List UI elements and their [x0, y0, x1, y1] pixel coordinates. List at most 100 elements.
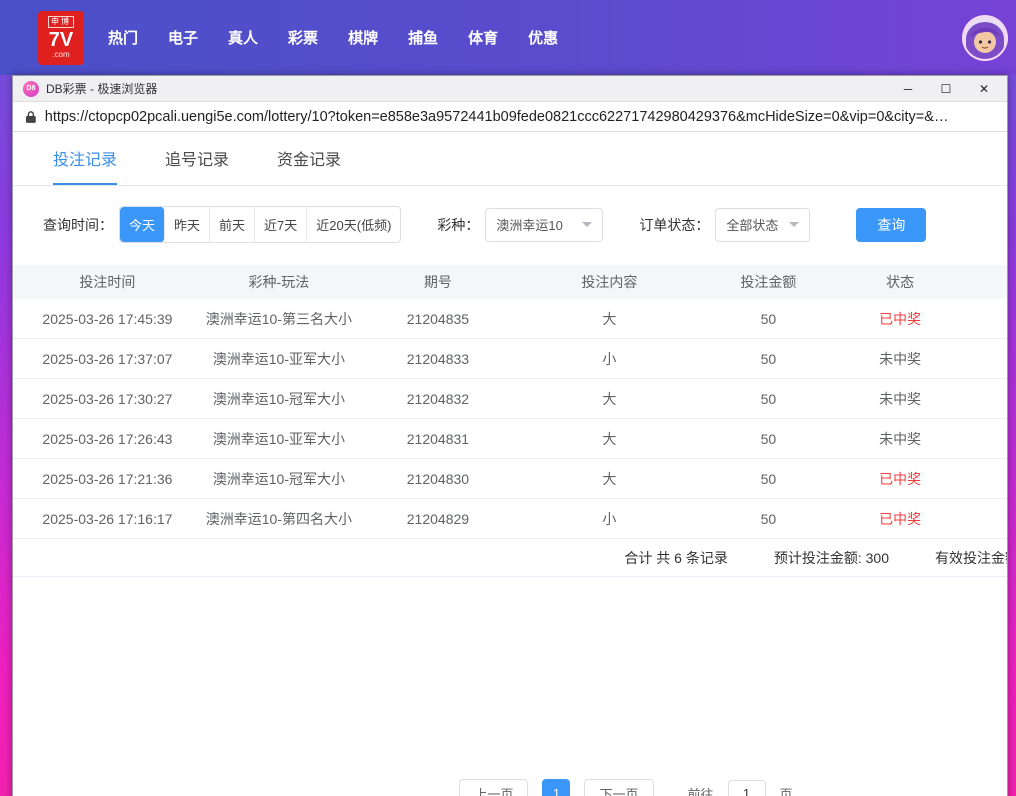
filter-bar: 查询时间： 今天昨天前天近7天近20天(低频) 彩种： 澳洲幸运10 订单状态：…: [13, 186, 1007, 243]
cell-game: 澳洲幸运10-冠军大小: [202, 469, 356, 489]
cell-issue: 21204833: [356, 351, 520, 367]
summary-total-records: 合计 共 6 条记录: [624, 548, 727, 568]
site-logo-top-text: 申博: [48, 16, 74, 28]
browser-window: D8 DB彩票 - 极速浏览器 ─ ☐ ✕ https://ctopcp02pc…: [12, 75, 1008, 796]
maximize-button[interactable]: ☐: [939, 82, 953, 96]
cell-issue: 21204835: [356, 311, 520, 327]
next-page-button[interactable]: 下一页: [584, 779, 653, 796]
cell-game: 澳洲幸运10-第四名大小: [202, 509, 356, 529]
site-nav-item-2[interactable]: 电子: [168, 27, 198, 48]
window-title-bar[interactable]: D8 DB彩票 - 极速浏览器 ─ ☐ ✕: [13, 76, 1007, 102]
order-status-select-value: 全部状态: [726, 215, 778, 234]
goto-page-input[interactable]: [728, 780, 766, 796]
table-header-row: 投注时间彩种-玩法期号投注内容投注金额状态: [13, 265, 1007, 299]
search-button[interactable]: 查询: [856, 208, 926, 242]
current-page-button[interactable]: 1: [542, 779, 570, 796]
cell-amount: 50: [699, 511, 838, 527]
cell-game: 澳洲幸运10-第三名大小: [202, 309, 356, 329]
time-option-4[interactable]: 近7天: [255, 207, 307, 242]
site-nav-item-1[interactable]: 热门: [108, 27, 138, 48]
url-text: https://ctopcp02pcali.uengi5e.com/lotter…: [45, 109, 995, 125]
cell-status: 未中奖: [838, 349, 962, 369]
cell-amount: 50: [699, 391, 838, 407]
cell-time: 2025-03-26 17:21:36: [13, 471, 202, 487]
cell-game: 澳洲幸运10-亚军大小: [202, 349, 356, 369]
column-header-issue: 期号: [356, 272, 520, 292]
goto-page-label: 前往: [688, 784, 714, 796]
cell-time: 2025-03-26 17:16:17: [13, 511, 202, 527]
time-option-1[interactable]: 今天: [120, 207, 165, 242]
chevron-down-icon: [582, 222, 592, 227]
cell-amount: 50: [699, 431, 838, 447]
pagination: 上一页 1 下一页 前往 页: [129, 779, 1007, 796]
time-filter-label: 查询时间：: [43, 215, 113, 235]
cell-game: 澳洲幸运10-冠军大小: [202, 389, 356, 409]
order-status-select[interactable]: 全部状态: [715, 208, 810, 242]
tab-1[interactable]: 投注记录: [53, 132, 117, 185]
prev-page-button[interactable]: 上一页: [459, 779, 528, 796]
site-logo-main-text: 7V: [49, 30, 73, 50]
site-nav-item-5[interactable]: 棋牌: [348, 27, 378, 48]
window-controls: ─ ☐ ✕: [901, 82, 997, 96]
cell-status: 未中奖: [838, 429, 962, 449]
site-nav-item-3[interactable]: 真人: [228, 27, 258, 48]
tab-2[interactable]: 追号记录: [165, 132, 229, 185]
cell-time: 2025-03-26 17:37:07: [13, 351, 202, 367]
lottery-select-value: 澳洲幸运10: [496, 215, 562, 234]
cell-issue: 21204830: [356, 471, 520, 487]
cell-content: 大: [520, 389, 699, 409]
summary-expected-amount: 预计投注金额: 300: [774, 548, 889, 568]
cell-status: 已中奖: [838, 469, 962, 489]
site-nav-item-7[interactable]: 体育: [468, 27, 498, 48]
cell-status: 未中奖: [838, 389, 962, 409]
avatar-image: [964, 17, 1006, 59]
site-logo-sub-text: .com: [52, 51, 69, 59]
cell-content: 大: [520, 469, 699, 489]
cell-content: 小: [520, 349, 699, 369]
close-button[interactable]: ✕: [977, 82, 991, 96]
table-row: 2025-03-26 17:21:36澳洲幸运10-冠军大小21204830大5…: [13, 459, 1007, 499]
cell-time: 2025-03-26 17:30:27: [13, 391, 202, 407]
table-row: 2025-03-26 17:26:43澳洲幸运10-亚军大小21204831大5…: [13, 419, 1007, 459]
site-logo[interactable]: 申博 7V .com: [38, 11, 84, 65]
status-filter-label: 订单状态：: [639, 215, 709, 235]
cell-status: 已中奖: [838, 309, 962, 329]
summary-valid-amount: 有效投注金额: [935, 548, 1007, 568]
cell-amount: 50: [699, 351, 838, 367]
record-tabs: 投注记录追号记录资金记录: [13, 132, 1007, 186]
cell-content: 小: [520, 509, 699, 529]
cell-content: 大: [520, 429, 699, 449]
site-nav: 热门 电子 真人 彩票 棋牌 捕鱼 体育 优惠: [108, 27, 558, 48]
cell-time: 2025-03-26 17:26:43: [13, 431, 202, 447]
table-row: 2025-03-26 17:45:39澳洲幸运10-第三名大小21204835大…: [13, 299, 1007, 339]
chevron-down-icon: [789, 222, 799, 227]
lottery-records-page: 投注记录追号记录资金记录 查询时间： 今天昨天前天近7天近20天(低频) 彩种：…: [13, 132, 1007, 796]
time-filter-group: 今天昨天前天近7天近20天(低频): [119, 206, 401, 243]
bet-records-table: 投注时间彩种-玩法期号投注内容投注金额状态 2025-03-26 17:45:3…: [13, 265, 1007, 539]
cell-game: 澳洲幸运10-亚军大小: [202, 429, 356, 449]
site-nav-item-6[interactable]: 捕鱼: [408, 27, 438, 48]
lottery-filter-label: 彩种：: [437, 215, 479, 235]
site-nav-item-4[interactable]: 彩票: [288, 27, 318, 48]
minimize-button[interactable]: ─: [901, 82, 915, 96]
column-header-time: 投注时间: [13, 272, 202, 292]
lottery-select[interactable]: 澳洲幸运10: [485, 208, 603, 242]
browser-app-icon: D8: [23, 81, 39, 97]
time-option-2[interactable]: 昨天: [165, 207, 210, 242]
table-body: 2025-03-26 17:45:39澳洲幸运10-第三名大小21204835大…: [13, 299, 1007, 539]
site-nav-item-8[interactable]: 优惠: [528, 27, 558, 48]
time-option-3[interactable]: 前天: [210, 207, 255, 242]
cell-status: 已中奖: [838, 509, 962, 529]
cell-amount: 50: [699, 311, 838, 327]
time-option-5[interactable]: 近20天(低频): [307, 207, 400, 242]
tab-3[interactable]: 资金记录: [277, 132, 341, 185]
avatar[interactable]: [962, 15, 1008, 61]
column-header-amount: 投注金额: [699, 272, 838, 292]
url-bar[interactable]: https://ctopcp02pcali.uengi5e.com/lotter…: [13, 102, 1007, 132]
column-header-content: 投注内容: [520, 272, 699, 292]
summary-bar: 合计 共 6 条记录 预计投注金额: 300 有效投注金额: [13, 539, 1007, 577]
table-row: 2025-03-26 17:16:17澳洲幸运10-第四名大小21204829小…: [13, 499, 1007, 539]
page-suffix-label: 页: [780, 784, 793, 796]
lock-icon: [25, 110, 37, 124]
cell-content: 大: [520, 309, 699, 329]
